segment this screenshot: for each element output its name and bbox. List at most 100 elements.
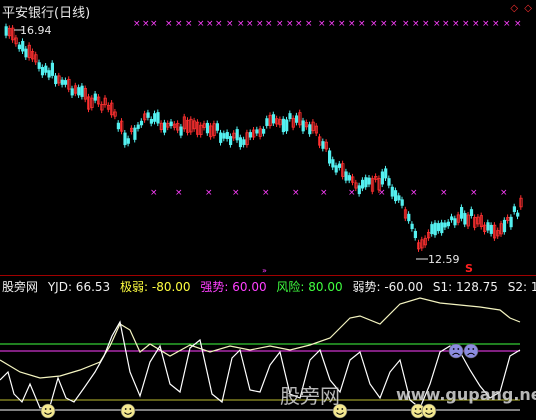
- candle-body: [410, 223, 414, 230]
- signal-x-marker: ×: [358, 19, 366, 29]
- smiley-face-icon: [120, 403, 136, 419]
- face-eye: [419, 408, 422, 410]
- oscillator-s1-line: [0, 297, 521, 379]
- signal-x-marker: ×: [133, 19, 141, 29]
- face-eye: [124, 408, 127, 410]
- signal-x-marker: ×: [292, 188, 300, 198]
- signal-x-marker: ×: [452, 19, 460, 29]
- signal-x-marker: ×: [472, 19, 480, 29]
- scroll-arrow-icon[interactable]: »: [262, 266, 267, 275]
- signal-x-marker: ×: [256, 19, 264, 29]
- face-eye: [467, 348, 470, 350]
- signal-x-marker: ×: [262, 188, 270, 198]
- face-eye: [430, 408, 433, 410]
- indicator-fengxian: 风险: 80.00: [276, 280, 343, 294]
- face-eye: [425, 408, 428, 410]
- candle-body: [60, 79, 64, 85]
- candle-body: [179, 126, 183, 136]
- candle-body: [407, 213, 411, 222]
- low-price-label: 12.59: [428, 253, 460, 266]
- indicator-yjd: YJD: 66.53: [47, 280, 111, 294]
- signal-x-marker: ×: [232, 188, 240, 198]
- candle-body: [446, 221, 451, 227]
- candle-body: [123, 132, 127, 146]
- face-eye: [129, 408, 132, 410]
- candle-body: [64, 80, 68, 85]
- signal-x-marker: ×: [226, 19, 234, 29]
- candle-body: [37, 62, 41, 69]
- candle-body: [219, 132, 223, 143]
- signal-x-marker: ×: [328, 19, 336, 29]
- candle-body: [308, 124, 312, 135]
- candle-body: [450, 216, 454, 221]
- candle-body: [360, 179, 365, 189]
- candle-body: [156, 112, 160, 124]
- signal-emoticons: [40, 343, 479, 419]
- face-eye: [414, 408, 417, 410]
- pane-divider[interactable]: [0, 275, 536, 276]
- candle-body: [327, 150, 332, 164]
- candle-body: [331, 159, 335, 168]
- candle-body: [459, 207, 464, 219]
- candle-body: [70, 88, 74, 96]
- candle-body: [169, 121, 173, 127]
- candle-body: [24, 48, 28, 58]
- candle-body: [265, 118, 269, 126]
- candle-body: [162, 122, 167, 133]
- candle-body: [502, 219, 507, 233]
- face-eye: [472, 348, 475, 350]
- candle-body: [440, 222, 444, 234]
- indicator-legend: 股旁网 YJD: 66.53 极弱: -80.00 强势: 60.00 风险: …: [2, 278, 536, 295]
- candle-body: [222, 133, 226, 139]
- candle-body: [443, 222, 447, 228]
- window-controls[interactable]: ◇ ◇: [507, 3, 532, 14]
- signal-x-marker: ×: [320, 188, 328, 198]
- candle-body: [93, 93, 97, 101]
- candle-body: [255, 129, 259, 134]
- candle-body: [285, 119, 289, 132]
- diamond-icon[interactable]: ◇: [524, 3, 532, 14]
- signal-x-marker: ×: [318, 19, 326, 29]
- diamond-icon[interactable]: ◇: [510, 3, 518, 14]
- candle-body: [397, 195, 401, 201]
- signal-x-marker: ×: [482, 19, 490, 29]
- candle-body: [228, 136, 233, 146]
- signal-x-marker: ×: [370, 19, 378, 29]
- stock-chart-window: × × × × × × × × × × × × × × × × × × × × × × × × × × × × × × × × × × × × × × × ×…: [0, 0, 536, 420]
- indicator-qiangshi: 强势: 60.00: [200, 280, 267, 294]
- candle-body: [116, 122, 120, 130]
- signal-x-marker: ×: [410, 188, 418, 198]
- chart-title: 平安银行(日线): [2, 6, 91, 21]
- candle-body: [486, 222, 490, 231]
- candle-body: [80, 85, 84, 97]
- candle-body: [436, 223, 441, 232]
- candle-body: [47, 70, 51, 78]
- candle-body: [21, 40, 25, 52]
- signal-x-marker: ×: [237, 19, 245, 29]
- signal-x-marker: ×: [150, 19, 158, 29]
- signal-x-marker: ×: [514, 19, 522, 29]
- candle-body: [281, 118, 286, 133]
- frown-face-icon: [463, 343, 479, 359]
- signal-x-marker: ×: [440, 188, 448, 198]
- signal-x-marker: ×: [197, 19, 205, 29]
- signal-x-marker: ×: [402, 19, 410, 29]
- candle-body: [384, 168, 388, 179]
- signal-x-marker: ×: [390, 19, 398, 29]
- candle-body: [512, 206, 517, 212]
- face-eye: [44, 408, 47, 410]
- frown-face-icon: [448, 343, 464, 359]
- candle-body: [235, 129, 239, 141]
- candle-body: [463, 213, 467, 225]
- smiley-face-icon: [421, 403, 437, 419]
- candle-body: [430, 224, 434, 235]
- candle-body: [413, 230, 418, 239]
- chart-canvas[interactable]: × × × × × × × × × × × × × × × × × × × × × × × × × × × × × × × × × × × × × ×× ×…: [0, 0, 536, 420]
- indicator-s1: S1: 128.75: [432, 280, 498, 294]
- candle-body: [4, 26, 8, 36]
- signal-x-marker: ×: [338, 19, 346, 29]
- candle-body: [334, 165, 338, 173]
- signal-x-marker: ×: [442, 19, 450, 29]
- candle-body: [40, 67, 45, 76]
- candle-body: [225, 132, 229, 139]
